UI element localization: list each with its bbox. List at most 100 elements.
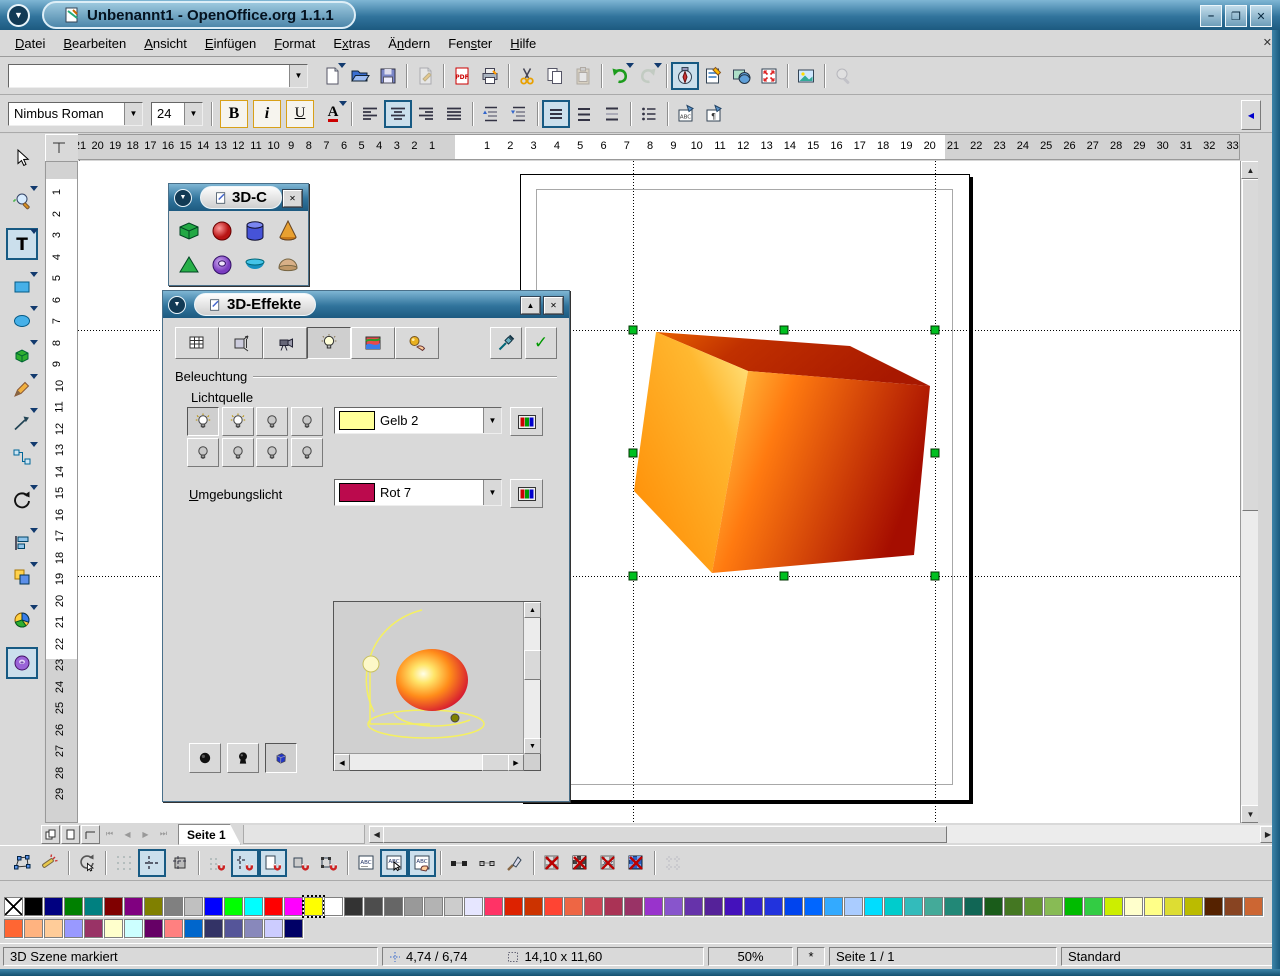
selection-handle[interactable] bbox=[931, 449, 939, 457]
view-mode-button-2[interactable] bbox=[61, 825, 80, 844]
modify-with-attributes-button[interactable] bbox=[501, 849, 529, 877]
color-swatch[interactable] bbox=[864, 897, 883, 916]
color-swatch[interactable] bbox=[264, 897, 283, 916]
color-swatch[interactable] bbox=[124, 897, 143, 916]
dblclick-edit-text-button[interactable]: ABC bbox=[408, 849, 436, 877]
fx-tab-favorites[interactable] bbox=[175, 327, 219, 359]
color-swatch[interactable] bbox=[164, 919, 183, 938]
color-swatch[interactable] bbox=[104, 897, 123, 916]
horizontal-scrollbar-thumb[interactable] bbox=[383, 826, 948, 843]
color-swatch[interactable] bbox=[64, 897, 83, 916]
menu-ändern[interactable]: Ändern bbox=[379, 32, 439, 55]
color-swatch[interactable] bbox=[1144, 897, 1163, 916]
tool-rotate[interactable] bbox=[6, 484, 38, 516]
color-swatch[interactable] bbox=[984, 897, 1003, 916]
rollup-button[interactable]: ▲ bbox=[521, 297, 540, 314]
selection-handle[interactable] bbox=[629, 449, 637, 457]
light-color-combobox[interactable]: Gelb 2 ▼ bbox=[334, 407, 502, 434]
horizontal-scrollbar[interactable]: ◀ ▶ bbox=[369, 825, 1276, 843]
color-swatch[interactable] bbox=[404, 897, 423, 916]
insert-image-button[interactable] bbox=[792, 62, 820, 90]
font-size-dropdown[interactable]: ▼ bbox=[184, 103, 202, 125]
big-handles-button[interactable] bbox=[445, 849, 473, 877]
preview-scroll-left[interactable]: ◀ bbox=[334, 754, 350, 771]
align-left-button[interactable] bbox=[356, 100, 384, 128]
color-swatch[interactable] bbox=[504, 897, 523, 916]
shape-halfsphere[interactable] bbox=[274, 251, 302, 279]
snap-to-points-button[interactable] bbox=[315, 849, 343, 877]
light-preview[interactable]: ▲ ▼ ◀ ▶ bbox=[333, 601, 541, 771]
selection-handle[interactable] bbox=[780, 572, 788, 580]
tool-alignment[interactable] bbox=[6, 527, 38, 559]
vertical-scrollbar-thumb[interactable] bbox=[1242, 179, 1259, 511]
color-swatch[interactable] bbox=[744, 897, 763, 916]
tool-insert[interactable] bbox=[6, 604, 38, 636]
light-source-7[interactable] bbox=[256, 438, 288, 467]
exit-all-groups-3-button[interactable]: XYZ bbox=[594, 849, 622, 877]
color-swatch[interactable] bbox=[284, 919, 303, 938]
font-size-combobox[interactable]: 24 ▼ bbox=[151, 102, 203, 126]
color-swatch[interactable] bbox=[764, 897, 783, 916]
preview-vertical-scrollbar[interactable]: ▲ ▼ bbox=[523, 602, 540, 754]
tab-stop-selector[interactable] bbox=[45, 134, 80, 162]
menu-extras[interactable]: Extras bbox=[324, 32, 379, 55]
tool-lines-arrows-flyout-arrow[interactable] bbox=[30, 408, 38, 413]
tool-text[interactable]: T bbox=[6, 228, 38, 260]
vertical-ruler[interactable]: 1234567891011121314151617181920212223242… bbox=[45, 161, 78, 823]
undo-dropdown-arrow[interactable] bbox=[626, 63, 634, 68]
view-mode-button-3[interactable] bbox=[81, 825, 100, 844]
tool-curve-flyout-arrow[interactable] bbox=[30, 374, 38, 379]
color-swatch[interactable] bbox=[4, 919, 23, 938]
select-text-area-button[interactable]: ABC bbox=[380, 849, 408, 877]
color-swatch[interactable] bbox=[164, 897, 183, 916]
color-swatch[interactable] bbox=[264, 919, 283, 938]
color-swatch[interactable] bbox=[604, 897, 623, 916]
color-swatch[interactable] bbox=[84, 919, 103, 938]
color-swatch[interactable] bbox=[904, 897, 923, 916]
color-swatch[interactable] bbox=[204, 897, 223, 916]
preview-scroll-up[interactable]: ▲ bbox=[524, 602, 541, 618]
menu-format[interactable]: Format bbox=[265, 32, 324, 55]
search-button[interactable] bbox=[829, 62, 857, 90]
status-page[interactable]: Seite 1 / 1 bbox=[829, 947, 1057, 966]
page-tab-seite-1[interactable]: Seite 1 bbox=[178, 824, 241, 845]
menu-einfügen[interactable]: Einfügen bbox=[196, 32, 265, 55]
tool-lines-arrows[interactable] bbox=[6, 407, 38, 439]
shape-sphere[interactable] bbox=[208, 217, 236, 245]
preview-sphere-button[interactable] bbox=[189, 743, 221, 773]
color-swatch[interactable] bbox=[1104, 897, 1123, 916]
align-center-button[interactable] bbox=[384, 100, 412, 128]
tool-alignment-flyout-arrow[interactable] bbox=[30, 528, 38, 533]
color-swatch[interactable] bbox=[804, 897, 823, 916]
tool-select[interactable] bbox=[6, 142, 38, 174]
color-swatch[interactable] bbox=[1204, 897, 1223, 916]
palette-close-button[interactable]: ✕ bbox=[283, 190, 302, 207]
shape-torus[interactable] bbox=[208, 251, 236, 279]
tool-ellipse-flyout-arrow[interactable] bbox=[30, 306, 38, 311]
fx-assign-eyedropper[interactable] bbox=[490, 327, 522, 359]
redo-dropdown-arrow[interactable] bbox=[654, 63, 662, 68]
status-style[interactable]: Standard bbox=[1061, 947, 1277, 966]
cut-button[interactable] bbox=[513, 62, 541, 90]
color-swatch[interactable] bbox=[384, 897, 403, 916]
color-swatch[interactable] bbox=[64, 919, 83, 938]
quick-edit-button[interactable]: ABC bbox=[352, 849, 380, 877]
tool-effects3d[interactable] bbox=[6, 647, 38, 679]
color-swatch[interactable] bbox=[844, 897, 863, 916]
color-swatch[interactable] bbox=[324, 897, 343, 916]
export-pdf-button[interactable]: PDF bbox=[448, 62, 476, 90]
line-spacing-2-button[interactable] bbox=[598, 100, 626, 128]
color-swatch[interactable] bbox=[364, 897, 383, 916]
color-swatch[interactable] bbox=[144, 897, 163, 916]
color-swatch[interactable] bbox=[344, 897, 363, 916]
color-swatch[interactable] bbox=[1084, 897, 1103, 916]
spacing-decrease-button[interactable] bbox=[505, 100, 533, 128]
url-dropdown-button[interactable]: ▼ bbox=[289, 65, 307, 87]
menu-bearbeiten[interactable]: Bearbeiten bbox=[54, 32, 135, 55]
zoom-page-button[interactable] bbox=[755, 62, 783, 90]
first-page-button[interactable]: ⏮ bbox=[101, 826, 118, 843]
selection-handle[interactable] bbox=[931, 326, 939, 334]
shape-pyramid[interactable] bbox=[175, 251, 203, 279]
shape-cube[interactable] bbox=[175, 217, 203, 245]
window-menu-button[interactable]: ▼ bbox=[7, 4, 30, 27]
